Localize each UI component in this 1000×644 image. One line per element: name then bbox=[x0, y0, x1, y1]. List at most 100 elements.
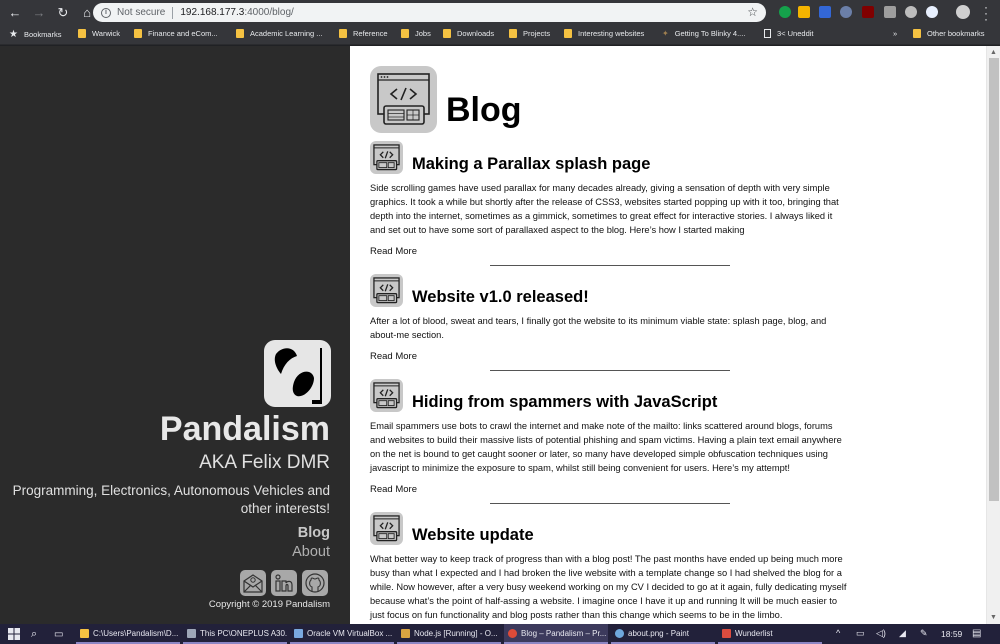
blog-main: Blog Making a Parallax splash page Side … bbox=[350, 46, 986, 624]
virtualbox-icon bbox=[294, 628, 303, 638]
bookmarks-bar: ★ Bookmarks Warwick Finance and eCom... A… bbox=[0, 25, 1000, 45]
profile-avatar-icon[interactable] bbox=[956, 5, 970, 19]
post-title[interactable]: Website v1.0 released! bbox=[412, 288, 589, 307]
scroll-up-arrow-icon[interactable]: ▲ bbox=[987, 46, 1000, 58]
post-title[interactable]: Making a Parallax splash page bbox=[412, 155, 650, 174]
bookmark-item[interactable]: Projects bbox=[509, 29, 550, 38]
post-title[interactable]: Hiding from spammers with JavaScript bbox=[412, 393, 717, 412]
nav-blog-link[interactable]: Blog bbox=[298, 525, 330, 541]
page-viewport: Pandalism AKA Felix DMR Programming, Ele… bbox=[0, 46, 1000, 624]
taskbar-app-wunderlist[interactable]: Wunderlist bbox=[718, 624, 822, 644]
bookmark-label: Getting To Blinky 4.... bbox=[674, 29, 746, 38]
taskbar-app-chrome[interactable]: Blog – Pandalism – Pr... bbox=[504, 624, 608, 644]
battery-icon[interactable]: ▭ bbox=[856, 628, 865, 639]
start-button[interactable] bbox=[8, 627, 20, 641]
email-icon bbox=[243, 574, 263, 593]
search-icon[interactable]: ⌕ bbox=[31, 627, 37, 641]
post-code-icon bbox=[370, 379, 403, 412]
bookmark-label: Jobs bbox=[415, 29, 431, 38]
task-view-icon[interactable]: ▭ bbox=[54, 627, 63, 641]
wunderlist-icon bbox=[722, 628, 731, 638]
read-more-link[interactable]: Read More bbox=[370, 484, 417, 495]
scrollbar-thumb[interactable] bbox=[989, 58, 999, 501]
taskbar-app-label: Node.js [Running] - O... bbox=[414, 628, 498, 638]
panda-logo-icon[interactable] bbox=[264, 340, 331, 407]
bookmark-item[interactable]: Reference bbox=[339, 29, 388, 38]
taskbar-app-label: Oracle VM VirtualBox ... bbox=[307, 628, 393, 638]
taskbar-app-label: about.png - Paint bbox=[628, 628, 689, 638]
forward-button[interactable]: → bbox=[29, 3, 49, 23]
w-extension-icon[interactable] bbox=[840, 6, 852, 18]
page-icon: ✦ bbox=[662, 29, 669, 38]
bookmark-item[interactable]: 3< Uneddit bbox=[764, 29, 814, 38]
post-excerpt: Email spammers use bots to crawl the int… bbox=[370, 421, 842, 473]
tray-overflow-chevron-icon[interactable]: ^ bbox=[836, 628, 840, 638]
post-title[interactable]: Website update bbox=[412, 526, 534, 545]
bookmark-label: Projects bbox=[523, 29, 551, 38]
reload-button[interactable]: ↻ bbox=[53, 3, 73, 23]
back-button[interactable]: ← bbox=[5, 3, 25, 23]
page-title: Blog bbox=[446, 91, 522, 129]
post-divider bbox=[490, 370, 730, 371]
bookmark-label: Finance and eCom... bbox=[148, 29, 218, 38]
bookmark-label: Reference bbox=[353, 29, 388, 38]
url-path: :4000/blog/ bbox=[244, 7, 294, 18]
bookmark-item[interactable]: ★ Bookmarks bbox=[9, 29, 61, 40]
bookmark-item[interactable]: Academic Learning ... bbox=[236, 29, 323, 38]
clock[interactable]: 18:59 bbox=[941, 629, 962, 639]
taskbar-app-label: This PC\ONEPLUS A30... bbox=[200, 628, 287, 638]
bookmarks-overflow-button[interactable]: » bbox=[893, 29, 897, 38]
grammarly-extension-icon[interactable] bbox=[779, 6, 791, 18]
taskbar-app-virtualbox[interactable]: Oracle VM VirtualBox ... bbox=[290, 624, 394, 644]
info-icon[interactable]: i bbox=[101, 7, 111, 18]
bookmark-star-icon[interactable]: ☆ bbox=[747, 5, 758, 19]
linkedin-icon bbox=[275, 574, 293, 592]
taskbar-app-paint[interactable]: about.png - Paint bbox=[611, 624, 715, 644]
bookmark-label: Warwick bbox=[92, 29, 121, 38]
other-bookmarks[interactable]: Other bookmarks bbox=[913, 29, 985, 38]
bookmark-item[interactable]: Jobs bbox=[401, 29, 431, 38]
keep-extension-icon[interactable] bbox=[798, 6, 810, 18]
action-center-icon[interactable]: ▤ bbox=[972, 628, 981, 639]
bookmark-item[interactable]: Finance and eCom... bbox=[134, 29, 218, 38]
url-host: 192.168.177.3 bbox=[180, 7, 245, 18]
security-label: Not secure bbox=[117, 7, 166, 18]
taskbar-app-nodejs[interactable]: Node.js [Running] - O... bbox=[397, 624, 501, 644]
folder-icon bbox=[78, 29, 86, 38]
bookmark-item[interactable]: ✦ Getting To Blinky 4.... bbox=[662, 29, 745, 38]
bookmark-item[interactable]: Interesting websites bbox=[564, 29, 644, 38]
calendar-extension-icon[interactable] bbox=[819, 6, 831, 18]
globe-extension-icon[interactable] bbox=[926, 6, 938, 18]
read-more-link[interactable]: Read More bbox=[370, 351, 417, 362]
bookmark-item[interactable]: Warwick bbox=[78, 29, 120, 38]
folder-icon bbox=[134, 29, 142, 38]
taskbar-app-phone[interactable]: This PC\ONEPLUS A30... bbox=[183, 624, 287, 644]
post-code-icon bbox=[370, 274, 403, 307]
linkedin-button[interactable] bbox=[271, 570, 297, 596]
scroll-down-arrow-icon[interactable]: ▼ bbox=[987, 612, 1000, 624]
address-bar[interactable]: i Not secure 192.168.177.3 :4000/blog/ ☆ bbox=[93, 3, 766, 22]
taskbar: ⌕ ▭ C:\Users\Pandalism\D... This PC\ONEP… bbox=[0, 624, 1000, 644]
address-separator bbox=[172, 6, 174, 19]
bookmark-label: 3< Uneddit bbox=[777, 29, 814, 38]
browser-menu-icon[interactable]: · · · bbox=[982, 1, 990, 25]
read-more-link[interactable]: Read More bbox=[370, 246, 417, 257]
bookmark-label: Other bookmarks bbox=[927, 29, 985, 38]
check-extension-icon[interactable] bbox=[905, 6, 917, 18]
star-icon: ★ bbox=[9, 29, 18, 40]
wifi-icon[interactable]: ◢ bbox=[899, 628, 906, 639]
pen-icon[interactable]: ✎ bbox=[920, 628, 928, 639]
github-button[interactable] bbox=[302, 570, 328, 596]
copyright: Copyright © 2019 Pandalism bbox=[208, 599, 330, 610]
grey-extension-icon[interactable] bbox=[884, 6, 896, 18]
taskbar-app-explorer[interactable]: C:\Users\Pandalism\D... bbox=[76, 624, 180, 644]
site-tagline: Programming, Electronics, Autonomous Veh… bbox=[12, 483, 330, 516]
nav-about-link[interactable]: About bbox=[292, 544, 330, 560]
volume-icon[interactable]: ◁) bbox=[876, 628, 886, 639]
page-scrollbar[interactable]: ▲ ▼ bbox=[986, 46, 1000, 624]
taskbar-app-label: C:\Users\Pandalism\D... bbox=[93, 628, 179, 638]
ublock-extension-icon[interactable] bbox=[862, 6, 874, 18]
email-button[interactable] bbox=[240, 570, 266, 596]
bookmark-item[interactable]: Downloads bbox=[443, 29, 494, 38]
bookmark-label: Bookmarks bbox=[23, 30, 62, 39]
